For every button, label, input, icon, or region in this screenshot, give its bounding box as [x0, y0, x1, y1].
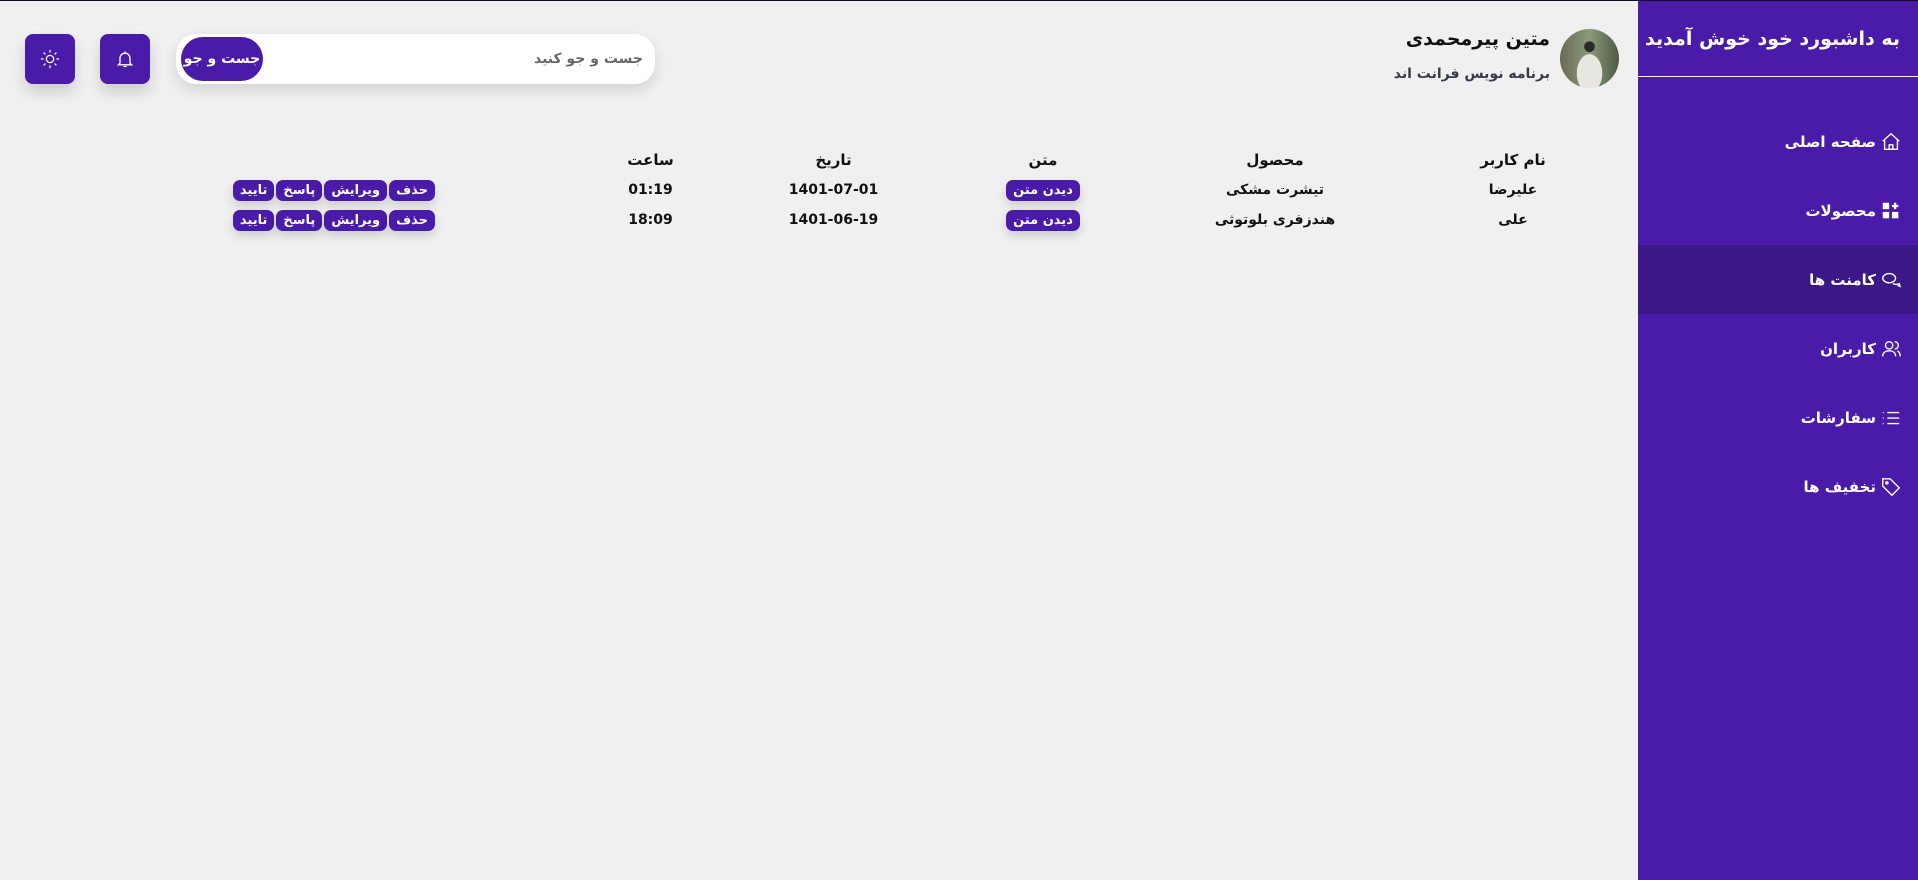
time-cell: 18:09	[628, 212, 673, 228]
actions-header	[104, 145, 564, 175]
sidebar-item-label: محصولات	[1805, 201, 1876, 220]
sidebar: به داشبورد خود خوش آمدید صفحه اصلی محصول…	[1638, 1, 1918, 880]
sidebar-item-label: کامنت ها	[1809, 270, 1876, 289]
delete-button[interactable]: حذف	[389, 209, 436, 231]
edit-button[interactable]: ویرایش	[324, 179, 388, 201]
product-cell: تیشرت مشکی	[1225, 182, 1325, 198]
comments-table: نام کاربر محصول متن تاریخ ساعت علیرضا تی…	[104, 145, 1632, 235]
comments-icon	[1882, 272, 1902, 288]
table-header-row: نام کاربر محصول متن تاریخ ساعت	[104, 145, 1632, 175]
edit-button[interactable]: ویرایش	[324, 209, 388, 231]
sidebar-item-label: تخفیف ها	[1803, 477, 1876, 496]
view-text-button[interactable]: دیدن متن	[1006, 209, 1080, 231]
actions-cell: حذفویرایشپاسختایید	[104, 205, 564, 235]
column-header: متن	[1028, 151, 1058, 169]
column-header: تاریخ	[815, 151, 852, 169]
users-icon	[1882, 340, 1901, 356]
list-icon	[1882, 411, 1900, 424]
user-role: برنامه نویس فرانت اند	[1393, 66, 1550, 82]
approve-button[interactable]: تایید	[232, 209, 275, 231]
sidebar-item-label: کاربران	[1820, 339, 1876, 358]
delete-button[interactable]: حذف	[389, 179, 436, 201]
date-cell: 1401-06-19	[788, 212, 879, 228]
column-header: ساعت	[627, 151, 674, 169]
user-name: متین پیرمحمدی	[1405, 28, 1550, 50]
sidebar-item-label: صفحه اصلی	[1784, 132, 1876, 151]
sun-icon	[40, 49, 60, 69]
tag-icon	[1882, 477, 1901, 496]
top-border	[0, 0, 1918, 1]
product-cell: هندزفری بلوتوثی	[1214, 212, 1336, 228]
home-icon	[1882, 132, 1900, 150]
search-button[interactable]: جست و جو	[181, 37, 263, 81]
table-row: علیرضا تیشرت مشکی دیدن متن 1401-07-01 01…	[104, 175, 1632, 205]
actions-cell: حذفویرایشپاسختایید	[104, 175, 564, 205]
table-row: علی هندزفری بلوتوثی دیدن متن 1401-06-19 …	[104, 205, 1632, 235]
bell-icon	[116, 51, 134, 68]
avatar	[1560, 29, 1619, 88]
sidebar-item-products[interactable]: محصولات	[1638, 176, 1918, 245]
sidebar-item-discounts[interactable]: تخفیف ها	[1638, 452, 1918, 521]
date-cell: 1401-07-01	[788, 182, 879, 198]
reply-button[interactable]: پاسخ	[276, 209, 323, 231]
user-cell: علیرضا	[1488, 182, 1538, 198]
reply-button[interactable]: پاسخ	[276, 179, 323, 201]
sidebar-item-orders[interactable]: سفارشات	[1638, 383, 1918, 452]
column-header: محصول	[1246, 151, 1304, 169]
sidebar-item-label: سفارشات	[1800, 408, 1876, 427]
approve-button[interactable]: تایید	[232, 179, 275, 201]
search-bar: جست و جو	[176, 34, 655, 84]
view-text-button[interactable]: دیدن متن	[1006, 179, 1080, 201]
sidebar-item-home[interactable]: صفحه اصلی	[1638, 107, 1918, 176]
text-cell: دیدن متن	[930, 175, 1156, 205]
text-cell: دیدن متن	[930, 205, 1156, 235]
time-cell: 01:19	[628, 182, 673, 198]
theme-toggle-button[interactable]	[25, 34, 75, 84]
sidebar-item-users[interactable]: کاربران	[1638, 314, 1918, 383]
sidebar-title: به داشبورد خود خوش آمدید	[1638, 1, 1918, 77]
user-cell: علی	[1498, 212, 1528, 228]
sidebar-item-comments[interactable]: کامنت ها	[1638, 245, 1918, 314]
column-header: نام کاربر	[1480, 151, 1546, 169]
notifications-button[interactable]	[100, 34, 150, 84]
grid-icon	[1882, 202, 1899, 218]
